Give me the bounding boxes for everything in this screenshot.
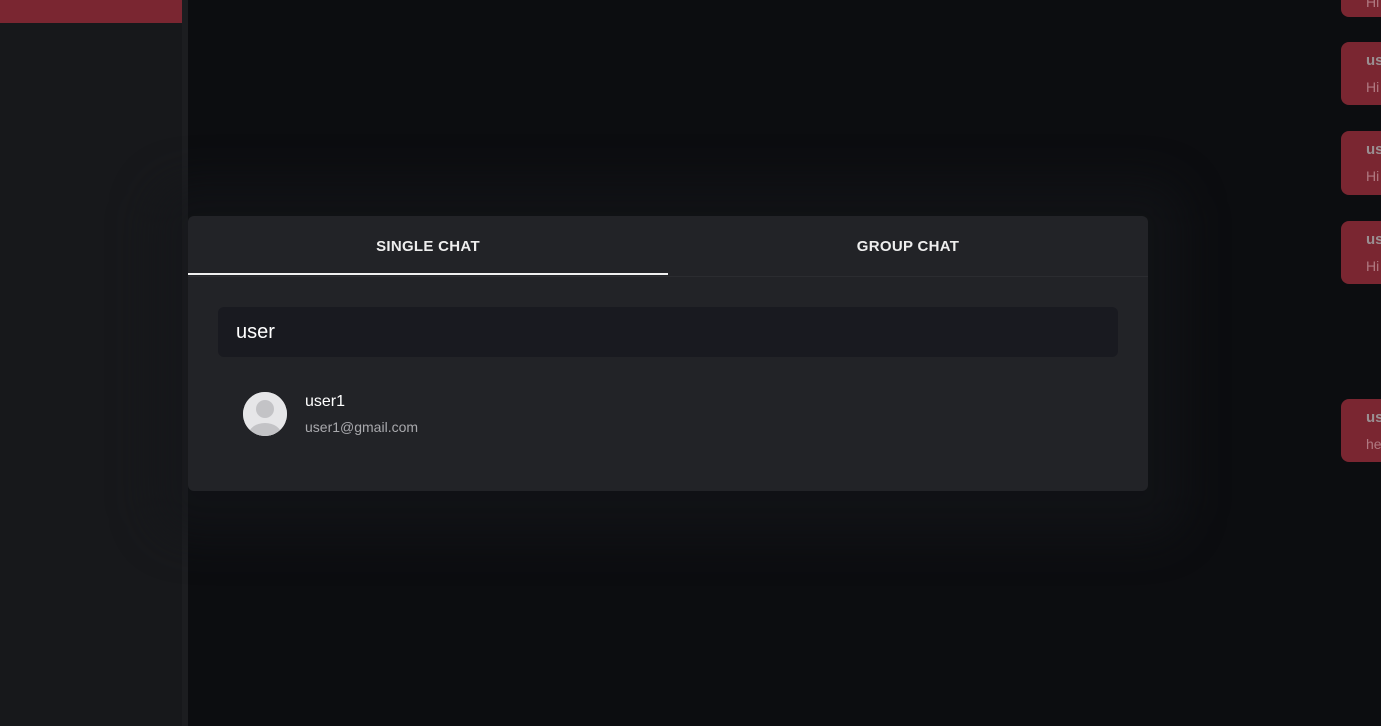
message-sender: us [1366,52,1381,69]
tab-group-chat[interactable]: GROUP CHAT [668,216,1148,276]
user-result-name: user1 [305,393,346,410]
message-bubble: us he [1341,399,1381,462]
sidebar-active-item[interactable] [0,0,182,23]
message-text: Hi [1366,0,1380,10]
user-result-item[interactable]: user1 user1@gmail.com [218,380,1118,448]
message-text: Hi [1366,79,1380,95]
message-bubble: Hi [1341,0,1381,17]
message-text: Hi [1366,168,1380,184]
user-result-email: user1@gmail.com [305,419,419,435]
message-sender: us [1366,141,1381,158]
new-chat-dialog: SINGLE CHAT GROUP CHAT user1 user1@gmail… [188,216,1148,491]
active-tab-indicator [188,273,668,275]
default-user-avatar-icon [243,392,287,436]
message-sender: us [1366,231,1381,248]
message-bubble: us Hi [1341,42,1381,105]
message-bubble: us Hi [1341,131,1381,195]
message-sender: us [1366,409,1381,426]
user-search-input[interactable] [218,307,1118,357]
chat-type-tabs: SINGLE CHAT GROUP CHAT [188,216,1148,277]
tab-single-chat[interactable]: SINGLE CHAT [188,216,668,276]
message-bubble: us Hi [1341,221,1381,284]
message-text: he [1366,436,1381,452]
message-text: Hi [1366,258,1380,274]
